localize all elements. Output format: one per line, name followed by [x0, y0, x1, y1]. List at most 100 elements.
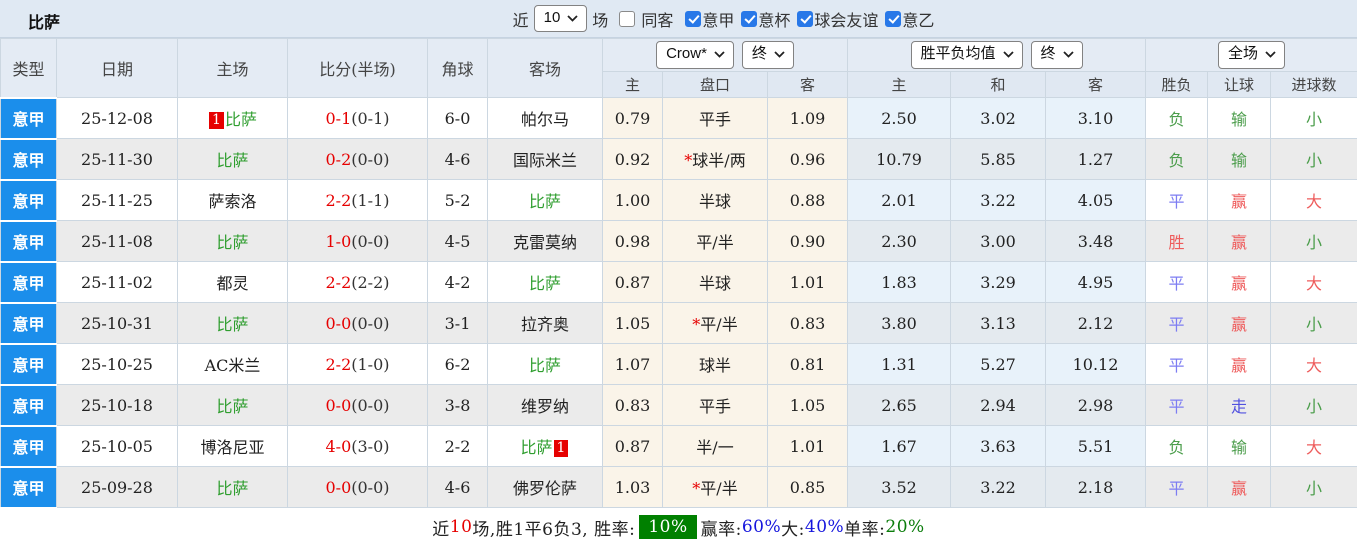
league-filter-checkbox[interactable] — [741, 11, 757, 27]
sub-header-avg-home: 主 — [848, 72, 951, 98]
matches-label: 场 — [592, 7, 608, 31]
odds-company-select[interactable]: Crow* — [656, 41, 734, 68]
league-filter-list: 意甲意杯球会友谊意乙 — [678, 7, 934, 31]
sub-header-handicap-result: 让球 — [1208, 72, 1271, 98]
col-header-type: 类型 — [1, 39, 57, 98]
ah-home-odds-cell: 0.83 — [603, 385, 663, 426]
sub-header-ah-away: 客 — [768, 72, 848, 98]
rank-badge: 1 — [209, 112, 224, 129]
goals-cell: 小 — [1271, 467, 1357, 508]
avg-home-cell: 2.01 — [848, 180, 951, 221]
home-team-cell: 比萨 — [178, 467, 288, 508]
avg-home-cell: 3.80 — [848, 303, 951, 344]
league-filter-label: 球会友谊 — [814, 7, 878, 31]
handicap-result-cell: 输 — [1208, 426, 1271, 467]
scope-select[interactable]: 全场 — [1218, 41, 1285, 68]
result-cell: 平 — [1146, 303, 1208, 344]
table-row: 意甲25-11-02都灵2-2(2-2)4-2比萨0.87半球1.011.833… — [1, 262, 1357, 303]
sub-header-avg-away: 客 — [1046, 72, 1146, 98]
table-row: 意甲25-10-31比萨0-0(0-0)3-1拉齐奥1.05*平/半0.833.… — [1, 303, 1357, 344]
away-team-cell: 帕尔马 — [488, 98, 603, 139]
score-cell: 0-0(0-0) — [288, 303, 428, 344]
goals-cell: 大 — [1271, 426, 1357, 467]
league-cell: 意甲 — [1, 98, 57, 139]
handicap-cell: *平/半 — [663, 303, 768, 344]
avg-home-cell: 1.83 — [848, 262, 951, 303]
avg-draw-cell: 3.13 — [951, 303, 1046, 344]
handicap-cell: 半球 — [663, 262, 768, 303]
chevron-down-icon — [1003, 51, 1014, 58]
sub-header-avg-draw: 和 — [951, 72, 1046, 98]
result-cell: 平 — [1146, 262, 1208, 303]
avg-time-select[interactable]: 终 — [1031, 41, 1083, 68]
handicap-result-cell: 赢 — [1208, 262, 1271, 303]
near-label: 近 — [513, 7, 529, 31]
handicap-cell: *平/半 — [663, 467, 768, 508]
handicap-cell: 平/半 — [663, 221, 768, 262]
handicap-result-cell: 走 — [1208, 385, 1271, 426]
ah-home-odds-cell: 1.00 — [603, 180, 663, 221]
avg-home-cell: 2.30 — [848, 221, 951, 262]
result-cell: 平 — [1146, 467, 1208, 508]
score-cell: 0-1(0-1) — [288, 98, 428, 139]
league-filter-label: 意乙 — [902, 7, 934, 31]
home-team-cell: 都灵 — [178, 262, 288, 303]
result-cell: 平 — [1146, 344, 1208, 385]
league-filter-checkbox[interactable] — [685, 11, 701, 27]
result-cell: 负 — [1146, 139, 1208, 180]
match-count-select[interactable]: 10 — [534, 5, 588, 32]
home-team-cell: 比萨 — [178, 221, 288, 262]
col-header-score: 比分(半场) — [288, 39, 428, 98]
goals-cell: 小 — [1271, 139, 1357, 180]
avg-draw-cell: 3.63 — [951, 426, 1046, 467]
avg-type-select[interactable]: 胜平负均值 — [911, 41, 1023, 68]
home-team-cell: 比萨 — [178, 139, 288, 180]
handicap-result-cell: 输 — [1208, 98, 1271, 139]
league-cell: 意甲 — [1, 467, 57, 508]
summary-segment: 10 — [450, 517, 473, 537]
home-team-cell: 萨索洛 — [178, 180, 288, 221]
league-filter-checkbox[interactable] — [797, 11, 813, 27]
handicap-result-cell: 赢 — [1208, 303, 1271, 344]
col-header-date: 日期 — [57, 39, 178, 98]
away-team-cell: 比萨 — [488, 180, 603, 221]
avg-draw-cell: 5.27 — [951, 344, 1046, 385]
table-row: 意甲25-11-30比萨0-2(0-0)4-6国际米兰0.92*球半/两0.96… — [1, 139, 1357, 180]
table-row: 意甲25-10-18比萨0-0(0-0)3-8维罗纳0.83平手1.052.65… — [1, 385, 1357, 426]
ah-home-odds-cell: 0.79 — [603, 98, 663, 139]
avg-home-cell: 1.67 — [848, 426, 951, 467]
goals-cell: 大 — [1271, 180, 1357, 221]
ah-home-odds-cell: 0.87 — [603, 426, 663, 467]
avg-home-cell: 10.79 — [848, 139, 951, 180]
ah-away-odds-cell: 0.81 — [768, 344, 848, 385]
same-opponent-checkbox[interactable] — [619, 11, 635, 27]
table-row: 意甲25-10-25AC米兰2-2(1-0)6-2比萨1.07球半0.811.3… — [1, 344, 1357, 385]
ah-away-odds-cell: 0.83 — [768, 303, 848, 344]
ah-away-odds-cell: 0.96 — [768, 139, 848, 180]
date-cell: 25-11-08 — [57, 221, 178, 262]
score-cell: 0-2(0-0) — [288, 139, 428, 180]
table-row: 意甲25-11-25萨索洛2-2(1-1)5-2比萨1.00半球0.882.01… — [1, 180, 1357, 221]
avg-home-cell: 2.65 — [848, 385, 951, 426]
away-team-cell: 国际米兰 — [488, 139, 603, 180]
col-header-corner: 角球 — [428, 39, 488, 98]
handicap-cell: 平手 — [663, 385, 768, 426]
away-team-cell: 比萨1 — [488, 426, 603, 467]
date-cell: 25-11-30 — [57, 139, 178, 180]
date-cell: 25-10-31 — [57, 303, 178, 344]
league-filter-checkbox[interactable] — [885, 11, 901, 27]
odds-time-select[interactable]: 终 — [742, 41, 794, 68]
avg-home-cell: 1.31 — [848, 344, 951, 385]
date-cell: 25-09-28 — [57, 467, 178, 508]
ah-away-odds-cell: 1.01 — [768, 262, 848, 303]
score-cell: 4-0(3-0) — [288, 426, 428, 467]
chevron-down-icon — [567, 15, 578, 22]
away-team-cell: 拉齐奥 — [488, 303, 603, 344]
date-cell: 25-12-08 — [57, 98, 178, 139]
avg-draw-cell: 3.22 — [951, 180, 1046, 221]
league-cell: 意甲 — [1, 262, 57, 303]
corner-cell: 6-0 — [428, 98, 488, 139]
corner-cell: 4-5 — [428, 221, 488, 262]
handicap-cell: 半/一 — [663, 426, 768, 467]
chevron-down-icon — [1063, 51, 1074, 58]
